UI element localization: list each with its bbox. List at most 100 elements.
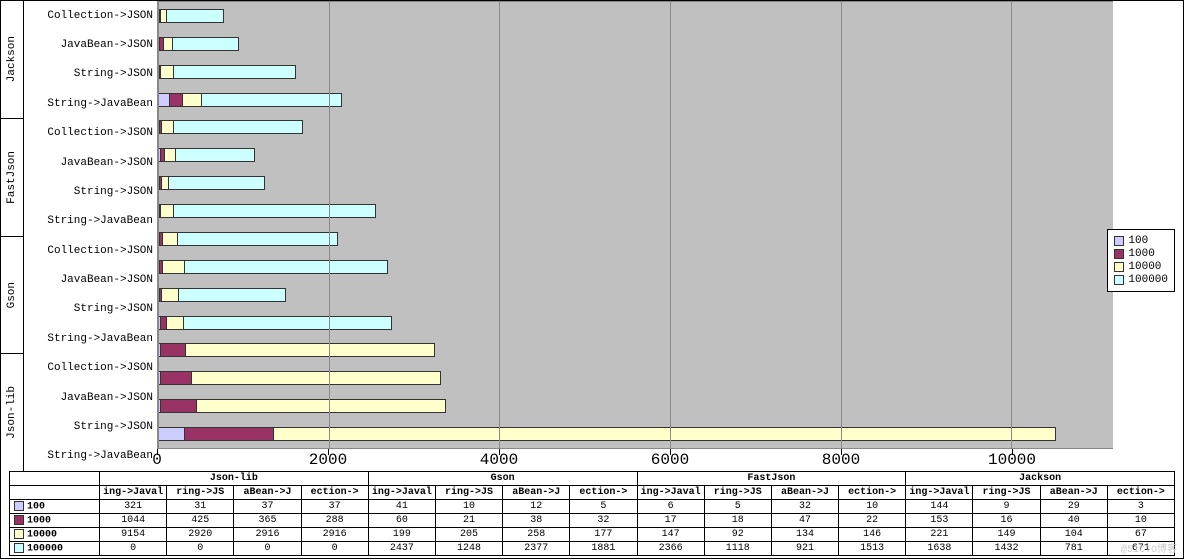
th-op: ring->JS — [435, 486, 502, 500]
table-cell: 153 — [906, 514, 973, 528]
table-cell: 32 — [771, 500, 838, 514]
data-table: Json-lib Gson FastJson Jackson ing->Java… — [9, 471, 1175, 556]
table-cell: 1638 — [906, 542, 973, 556]
y-group-jsonlib: Json-lib — [6, 386, 18, 439]
table-cell: 5 — [704, 500, 771, 514]
gridline — [158, 2, 159, 448]
legend-swatch-1000 — [1114, 249, 1124, 259]
bar-segment — [161, 65, 174, 79]
legend-column: 100 1000 10000 100000 — [1113, 1, 1183, 471]
table-cell: 1513 — [839, 542, 906, 556]
y-category-label: String->JSON — [24, 177, 157, 206]
table-cell: 288 — [301, 514, 368, 528]
y-category-label: Collection->JSON — [24, 354, 157, 383]
table-cell: 149 — [973, 528, 1040, 542]
y-category-label: Collection->JSON — [24, 119, 157, 148]
row-swatch — [14, 501, 24, 511]
table-cell: 18 — [704, 514, 771, 528]
bar-segment — [174, 65, 296, 79]
row-header: 1000 — [10, 514, 100, 528]
table-cell: 40 — [1040, 514, 1107, 528]
table-cell: 3 — [1107, 500, 1174, 514]
table-cell: 9 — [973, 500, 1040, 514]
th-op: aBean->J — [771, 486, 838, 500]
bar-segment — [161, 371, 192, 385]
th-op: ing->Javal — [368, 486, 435, 500]
table-header-libs: Json-lib Gson FastJson Jackson — [10, 472, 1175, 486]
row-swatch — [14, 529, 24, 539]
legend-swatch-100000 — [1114, 275, 1124, 285]
y-group-gson: Gson — [6, 282, 18, 308]
table-cell: 781 — [1040, 542, 1107, 556]
table-cell: 0 — [301, 542, 368, 556]
y-category-label: String->JavaBean — [24, 324, 157, 353]
y-category-label: String->JavaBean — [24, 89, 157, 118]
table-cell: 258 — [503, 528, 570, 542]
bar-segment — [163, 232, 178, 246]
bar-segment — [202, 93, 342, 107]
th-op: ing->Javal — [906, 486, 973, 500]
bar-segment — [169, 176, 264, 190]
y-category-label: Collection->JSON — [24, 236, 157, 265]
bar-segment — [162, 120, 174, 134]
table-cell: 10 — [1107, 514, 1174, 528]
bar-segment — [174, 120, 303, 134]
bar-segment — [164, 37, 173, 51]
th-op: ing->Javal — [637, 486, 704, 500]
th-op: ing->Javal — [100, 486, 167, 500]
th-op: aBean->J — [503, 486, 570, 500]
table-cell: 32 — [570, 514, 637, 528]
bar-segment — [161, 204, 174, 218]
table-cell: 2916 — [301, 528, 368, 542]
y-axis-group-labels: Jackson FastJson Gson Json-lib — [1, 1, 24, 471]
bar-segment — [165, 148, 176, 162]
chart-area: Jackson FastJson Gson Json-lib Collectio… — [1, 1, 1183, 471]
table-cell: 1044 — [100, 514, 167, 528]
table-cell: 9154 — [100, 528, 167, 542]
row-swatch — [14, 543, 24, 553]
table-cell: 1118 — [704, 542, 771, 556]
table-cell: 1881 — [570, 542, 637, 556]
table-cell: 2916 — [234, 528, 301, 542]
th-jackson: Jackson — [906, 472, 1175, 486]
x-tick-label: 4000 — [480, 451, 518, 469]
table-row: 1000000000243712482377188123661118921151… — [10, 542, 1175, 556]
y-category-label: JavaBean->JSON — [24, 383, 157, 412]
y-category-labels: Collection->JSONJavaBean->JSONString->JS… — [24, 1, 157, 471]
y-category-label: JavaBean->JSON — [24, 30, 157, 59]
row-header: 100 — [10, 500, 100, 514]
table-cell: 12 — [503, 500, 570, 514]
x-tick-label: 10000 — [988, 451, 1036, 469]
x-axis: 020004000600080001000012000 — [157, 449, 1183, 471]
table-cell: 10 — [839, 500, 906, 514]
table-cell: 2377 — [503, 542, 570, 556]
table-cell: 0 — [100, 542, 167, 556]
gridline — [841, 2, 842, 448]
legend-label-10000: 10000 — [1128, 261, 1161, 273]
bar-segment — [167, 316, 184, 330]
bar-segment — [186, 343, 435, 357]
table-cell: 92 — [704, 528, 771, 542]
y-category-label: String->JSON — [24, 60, 157, 89]
bar-segment — [167, 9, 224, 23]
th-op: ring->JS — [704, 486, 771, 500]
table-cell: 2920 — [167, 528, 234, 542]
bar-segment — [161, 343, 186, 357]
bar-segment — [170, 93, 183, 107]
table-cell: 41 — [368, 500, 435, 514]
bar-segment — [192, 371, 441, 385]
bar-segment — [176, 148, 255, 162]
data-table-area: Json-lib Gson FastJson Jackson ing->Java… — [1, 471, 1183, 560]
legend-label-1000: 1000 — [1128, 248, 1154, 260]
y-category-label: Collection->JSON — [24, 1, 157, 30]
x-tick-label: 2000 — [309, 451, 347, 469]
th-op: ection-> — [570, 486, 637, 500]
gridline — [1011, 2, 1012, 448]
table-cell: 144 — [906, 500, 973, 514]
table-cell: 31 — [167, 500, 234, 514]
table-cell: 221 — [906, 528, 973, 542]
table-cell: 17 — [637, 514, 704, 528]
y-category-label: JavaBean->JSON — [24, 265, 157, 294]
table-cell: 177 — [570, 528, 637, 542]
table-cell: 47 — [771, 514, 838, 528]
